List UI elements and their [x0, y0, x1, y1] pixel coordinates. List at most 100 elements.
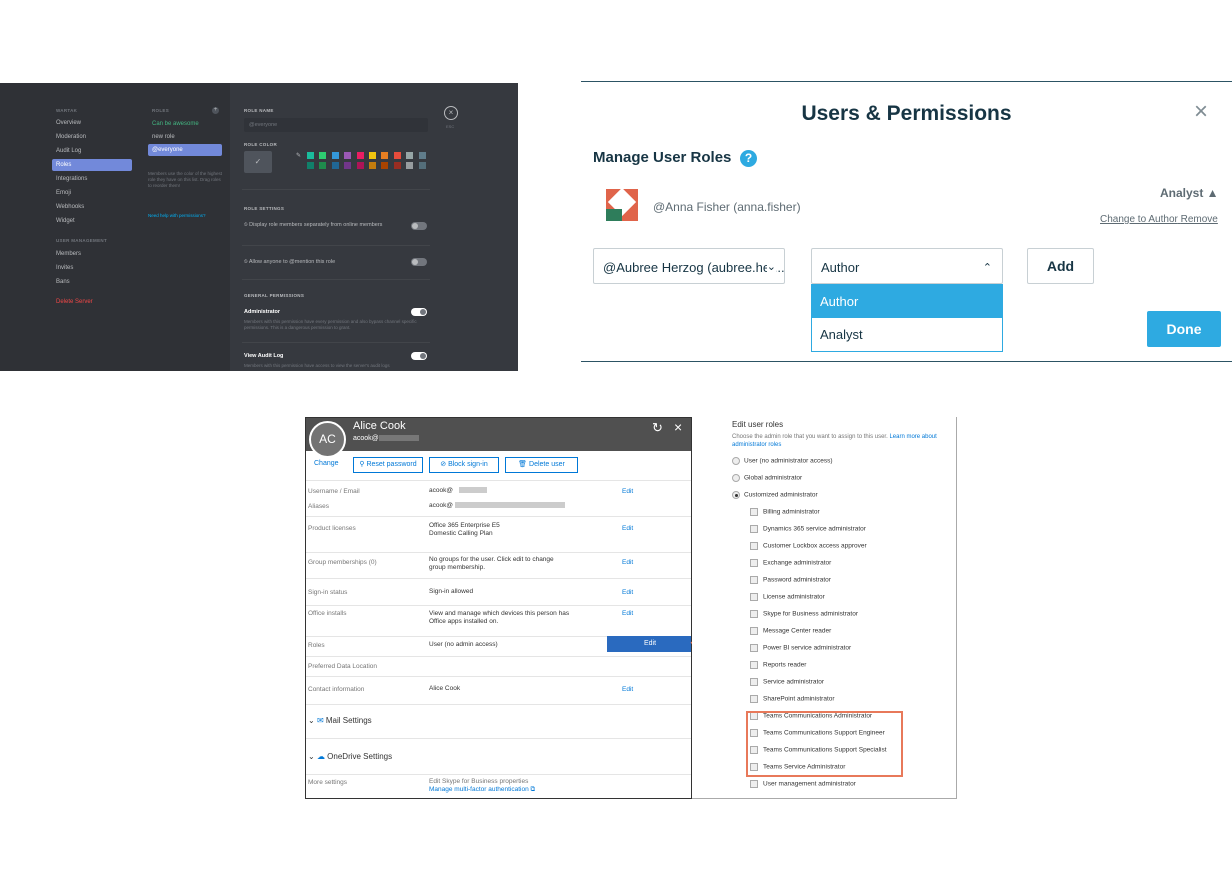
role-checkbox[interactable]: Skype for Business administrator: [750, 610, 858, 618]
color-swatch[interactable]: [331, 162, 339, 169]
row-value: Sign-in allowed: [429, 588, 474, 595]
remove-link[interactable]: Remove: [1181, 214, 1218, 225]
color-swatch[interactable]: [356, 162, 364, 169]
custom-color-icon[interactable]: ✎: [296, 152, 301, 159]
edit-link[interactable]: Edit: [622, 488, 633, 495]
delete-user-button[interactable]: 🗑 Delete user: [505, 457, 578, 473]
roles-edit-button[interactable]: Edit: [607, 636, 691, 652]
profile-header: AC Alice Cook acook@ ↻ ×: [306, 418, 691, 458]
nav-invites[interactable]: Invites: [52, 262, 132, 274]
nav-emoji[interactable]: Emoji: [52, 187, 132, 199]
toggle-administrator[interactable]: [411, 308, 427, 316]
color-swatch[interactable]: [319, 152, 327, 159]
role-checkbox[interactable]: Reports reader: [750, 661, 806, 669]
color-swatch[interactable]: [406, 162, 414, 169]
close-icon[interactable]: ×: [444, 106, 458, 120]
row-value: View and manage which devices this perso…: [429, 610, 569, 626]
color-swatch[interactable]: [344, 162, 352, 169]
color-swatch[interactable]: [369, 152, 376, 159]
mfa-link[interactable]: Manage multi-factor authentication ⧉: [429, 786, 535, 794]
checkbox-icon: [750, 610, 758, 618]
audit-log-desc: Members with this permission have access…: [244, 363, 390, 368]
nav-moderation[interactable]: Moderation: [52, 131, 132, 143]
mail-settings-section[interactable]: ⌄ ✉ Mail Settings: [306, 704, 691, 738]
default-color-swatch[interactable]: ✓: [244, 151, 272, 173]
role-checkbox[interactable]: Billing administrator: [750, 508, 820, 516]
role-checkbox[interactable]: Service administrator: [750, 678, 824, 686]
role-item-selected[interactable]: @everyone: [148, 144, 222, 156]
role-option-author[interactable]: Author: [812, 285, 1002, 318]
role-name-input[interactable]: @everyone: [244, 118, 428, 132]
reset-password-button[interactable]: ⚲ Reset password: [353, 457, 423, 473]
no-symbol-icon: ⦸: [244, 259, 248, 265]
color-swatch[interactable]: [418, 162, 426, 169]
toggle-display-separately[interactable]: [411, 222, 427, 230]
nav-integrations[interactable]: Integrations: [52, 173, 132, 185]
change-to-author-link[interactable]: Change to Author: [1100, 214, 1178, 225]
toggle-mention[interactable]: [411, 258, 427, 266]
divider: [242, 189, 430, 190]
role-checkbox[interactable]: User management administrator: [750, 780, 856, 788]
toggle-audit-log[interactable]: [411, 352, 427, 360]
user-role-toggle[interactable]: Analyst ▲: [1160, 186, 1219, 200]
edit-link[interactable]: Edit: [622, 589, 633, 596]
color-swatch[interactable]: [319, 162, 327, 169]
user-select[interactable]: @Aubree Herzog (aubree.her... ⌄: [593, 248, 785, 284]
color-swatch[interactable]: [307, 162, 314, 169]
nav-bans[interactable]: Bans: [52, 276, 132, 288]
change-photo-link[interactable]: Change: [314, 460, 339, 467]
role-checkbox[interactable]: Password administrator: [750, 576, 831, 584]
help-permissions-link[interactable]: Need help with permissions?: [148, 213, 206, 219]
edit-link[interactable]: Edit: [622, 559, 633, 566]
role-option-analyst[interactable]: Analyst: [812, 318, 1002, 351]
color-swatch[interactable]: [307, 152, 314, 159]
help-icon[interactable]: ?: [740, 150, 757, 167]
radio-user[interactable]: User (no administrator access): [732, 457, 833, 465]
refresh-icon[interactable]: ↻: [652, 420, 663, 436]
add-button[interactable]: Add: [1027, 248, 1094, 284]
desc-text: Choose the admin role that you want to a…: [732, 434, 888, 440]
radio-global-admin[interactable]: Global administrator: [732, 474, 802, 482]
color-swatch[interactable]: [381, 162, 389, 169]
color-swatch[interactable]: [344, 152, 352, 159]
color-swatch[interactable]: [356, 152, 364, 159]
color-swatch[interactable]: [393, 152, 401, 159]
edit-link[interactable]: Edit: [622, 610, 633, 617]
nav-webhooks[interactable]: Webhooks: [52, 201, 132, 213]
done-button[interactable]: Done: [1147, 311, 1221, 347]
role-checkbox[interactable]: License administrator: [750, 593, 825, 601]
color-swatch[interactable]: [406, 152, 414, 159]
nav-audit-log[interactable]: Audit Log: [52, 145, 132, 157]
close-icon[interactable]: ×: [1194, 100, 1208, 124]
nav-members[interactable]: Members: [52, 248, 132, 260]
role-item[interactable]: new role: [148, 131, 222, 143]
delete-server-button[interactable]: Delete Server: [52, 296, 132, 308]
color-swatch[interactable]: [331, 152, 339, 159]
role-checkbox[interactable]: SharePoint administrator: [750, 695, 835, 703]
color-swatch[interactable]: [381, 152, 389, 159]
onedrive-settings-section[interactable]: ⌄ ☁ OneDrive Settings: [306, 738, 691, 774]
add-role-icon[interactable]: +: [212, 107, 219, 114]
role-checkbox[interactable]: Customer Lockbox access approver: [750, 542, 867, 550]
edit-link[interactable]: Edit: [622, 525, 633, 532]
color-swatch[interactable]: [369, 162, 376, 169]
role-checkbox[interactable]: Dynamics 365 service administrator: [750, 525, 866, 533]
nav-widget[interactable]: Widget: [52, 215, 132, 227]
role-checkbox[interactable]: Exchange administrator: [750, 559, 831, 567]
alias-text: acook@: [429, 502, 453, 509]
skype-link[interactable]: Edit Skype for Business properties: [429, 778, 528, 786]
license-2: Domestic Calling Plan: [429, 530, 493, 537]
color-swatch[interactable]: [418, 152, 426, 159]
nav-roles[interactable]: Roles: [52, 159, 132, 171]
role-checkbox[interactable]: Message Center reader: [750, 627, 831, 635]
radio-label: Global administrator: [744, 474, 803, 482]
nav-overview[interactable]: Overview: [52, 117, 132, 129]
block-sign-in-button[interactable]: ⊘ Block sign-in: [429, 457, 499, 473]
close-icon[interactable]: ×: [674, 419, 682, 435]
role-item[interactable]: Can be awesome: [148, 118, 222, 130]
color-swatch[interactable]: [393, 162, 401, 169]
edit-link[interactable]: Edit: [622, 686, 633, 693]
role-select[interactable]: Author ⌃: [811, 248, 1003, 284]
role-checkbox[interactable]: Power BI service administrator: [750, 644, 851, 652]
radio-customized-admin[interactable]: Customized administrator: [732, 491, 818, 499]
